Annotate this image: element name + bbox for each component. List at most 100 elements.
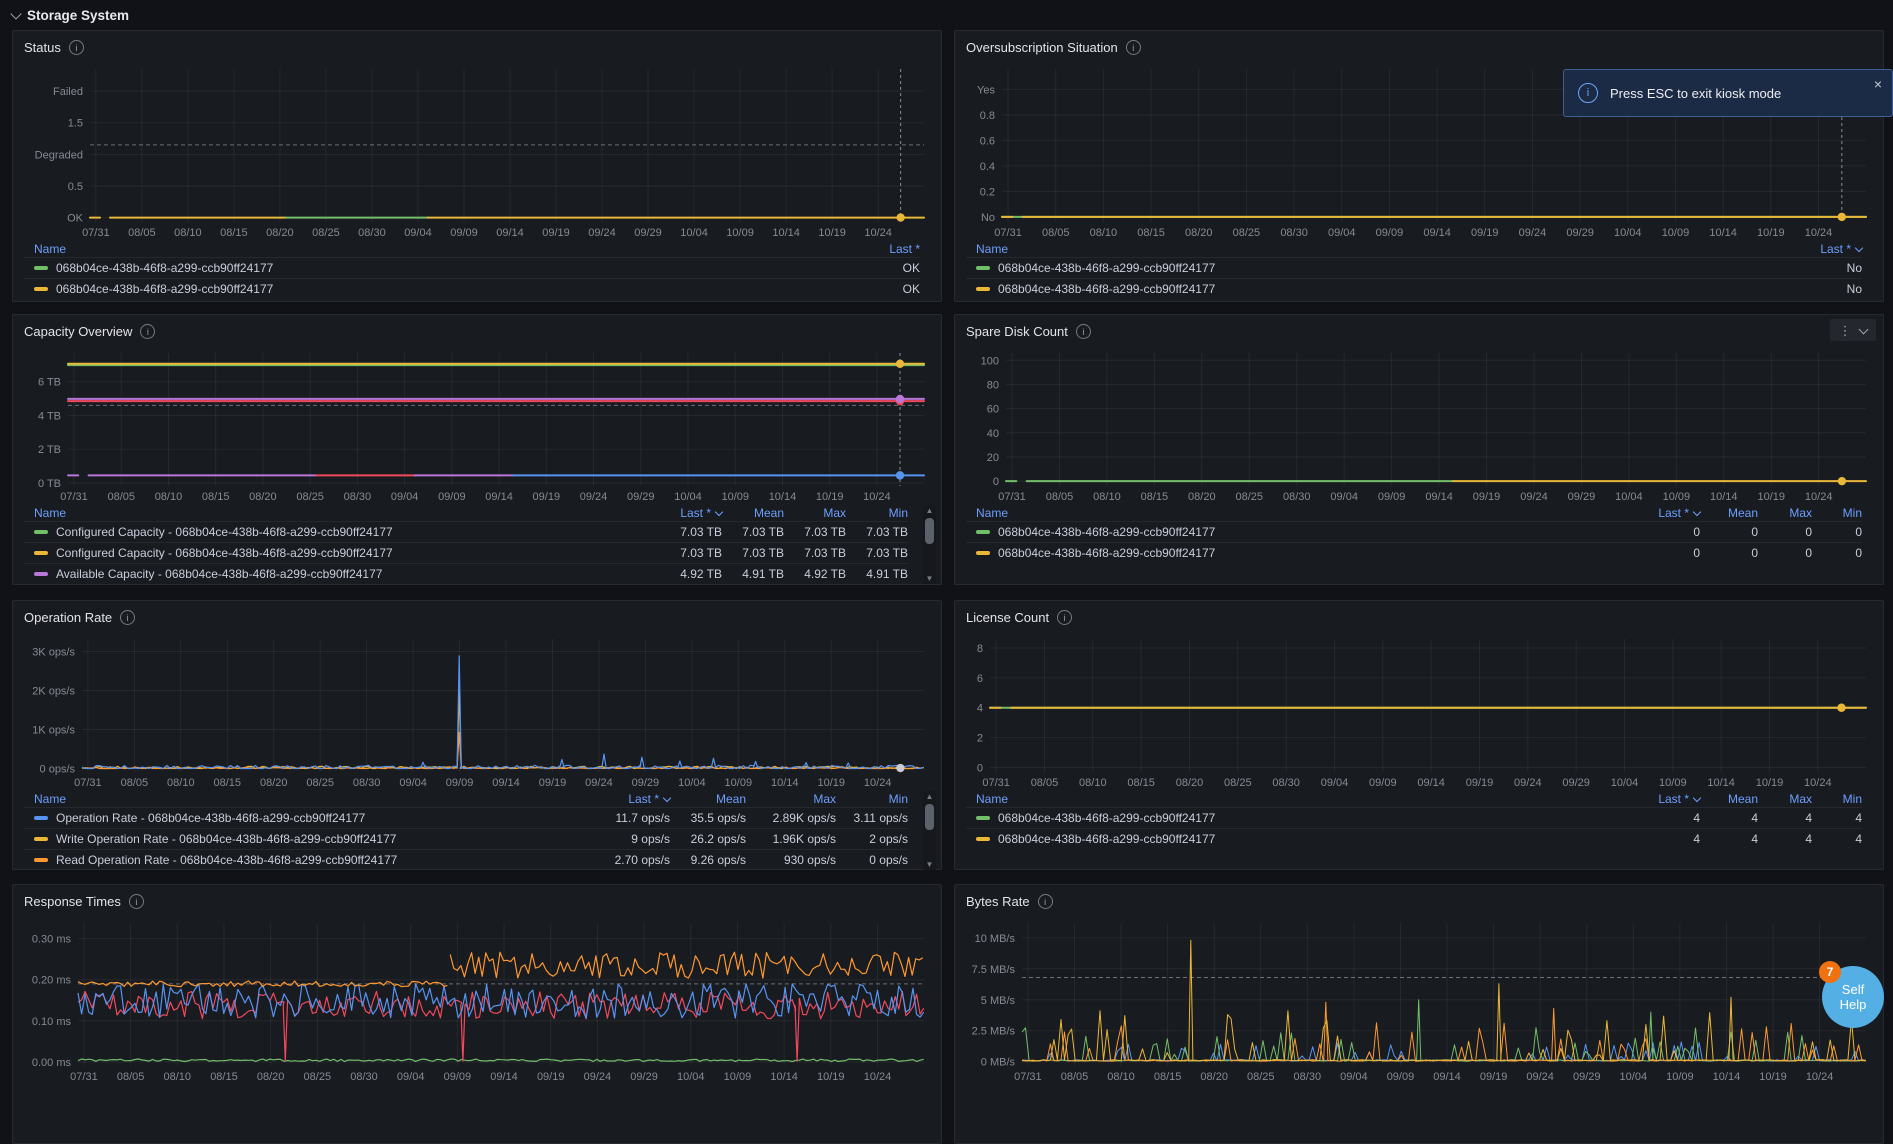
- legend-col-name[interactable]: Name: [34, 506, 644, 520]
- legend-col-min[interactable]: Min: [836, 792, 908, 806]
- info-icon[interactable]: i: [129, 894, 144, 909]
- panel-oprate: Operation Rate i 0 ops/s1K ops/s2K ops/s3K…: [12, 600, 942, 870]
- oprate-chart[interactable]: 0 ops/s1K ops/s2K ops/s3K ops/s07/3108/0…: [24, 631, 930, 791]
- legend-capacity: NameLast *MeanMaxMin Configured Capacity …: [24, 505, 930, 584]
- legend-col-min[interactable]: Min: [846, 506, 908, 520]
- panel-title-resp[interactable]: Response Times: [24, 894, 121, 909]
- legend-header: NameLast *: [24, 241, 920, 257]
- legend-series: 068b04ce-438b-46f8-a299-ccb90ff24177: [34, 282, 800, 296]
- legend-col-name[interactable]: Name: [976, 242, 1742, 256]
- panel-title-oversub[interactable]: Oversubscription Situation: [966, 40, 1118, 55]
- legend-scrollbar[interactable]: ▲▼: [923, 791, 936, 870]
- svg-text:0.10 ms: 0.10 ms: [32, 1016, 72, 1028]
- legend-col-mean[interactable]: Mean: [1700, 506, 1758, 520]
- legend-col-name[interactable]: Name: [976, 506, 1630, 520]
- legend-col-mean[interactable]: Mean: [1700, 792, 1758, 806]
- resp-chart[interactable]: 0.00 ms0.10 ms0.20 ms0.30 ms07/3108/0508…: [24, 915, 930, 1085]
- legend-series-name[interactable]: 068b04ce-438b-46f8-a299-ccb90ff24177: [56, 261, 273, 275]
- legend-series-name[interactable]: Write Operation Rate - 068b04ce-438b-46f…: [56, 832, 396, 846]
- info-icon[interactable]: i: [1038, 894, 1053, 909]
- series-color-swatch: [34, 551, 48, 555]
- svg-text:09/19: 09/19: [542, 227, 570, 239]
- legend-value: 7.03 TB: [644, 525, 722, 539]
- panel-title-oprate[interactable]: Operation Rate: [24, 610, 112, 625]
- info-icon[interactable]: i: [140, 324, 155, 339]
- legend-series-name[interactable]: 068b04ce-438b-46f8-a299-ccb90ff24177: [998, 811, 1215, 825]
- svg-text:10/04: 10/04: [680, 227, 708, 239]
- legend-col-name[interactable]: Name: [34, 792, 582, 806]
- legend-series-name[interactable]: 068b04ce-438b-46f8-a299-ccb90ff24177: [56, 282, 273, 296]
- legend-value: 7.03 TB: [722, 525, 784, 539]
- legend-series-name[interactable]: Configured Capacity - 068b04ce-438b-46f8…: [56, 546, 393, 560]
- legend-col-min[interactable]: Min: [1812, 792, 1862, 806]
- legend-series-name[interactable]: Available Capacity - 068b04ce-438b-46f8-…: [56, 567, 382, 581]
- self-help-button[interactable]: 7 Self Help: [1822, 966, 1884, 1028]
- legend-col-max[interactable]: Max: [1758, 792, 1812, 806]
- spare-chart[interactable]: 02040608010007/3108/0508/1008/1508/2008/…: [966, 345, 1872, 505]
- panel-title-status[interactable]: Status: [24, 40, 61, 55]
- scroll-thumb[interactable]: [925, 518, 934, 544]
- chevron-down-icon[interactable]: [1859, 324, 1869, 334]
- info-icon[interactable]: i: [1076, 324, 1091, 339]
- svg-text:09/19: 09/19: [1466, 777, 1494, 789]
- legend-series-name[interactable]: 068b04ce-438b-46f8-a299-ccb90ff24177: [998, 261, 1215, 275]
- panel-title-bytes[interactable]: Bytes Rate: [966, 894, 1030, 909]
- legend-series-name[interactable]: Operation Rate - 068b04ce-438b-46f8-a299…: [56, 811, 365, 825]
- info-icon[interactable]: i: [1057, 610, 1072, 625]
- svg-text:1.5: 1.5: [68, 118, 83, 130]
- legend-series-name[interactable]: 068b04ce-438b-46f8-a299-ccb90ff24177: [998, 546, 1215, 560]
- svg-text:09/29: 09/29: [1562, 777, 1590, 789]
- svg-text:10/24: 10/24: [863, 491, 891, 503]
- legend-col-last-[interactable]: Last *: [1630, 792, 1700, 806]
- legend-col-max[interactable]: Max: [746, 792, 836, 806]
- legend-value: 4: [1630, 811, 1700, 825]
- legend-series-name[interactable]: 068b04ce-438b-46f8-a299-ccb90ff24177: [998, 282, 1215, 296]
- row-storage-system[interactable]: Storage System: [12, 4, 129, 26]
- info-icon[interactable]: i: [120, 610, 135, 625]
- svg-text:09/14: 09/14: [496, 227, 524, 239]
- legend-series-name[interactable]: 068b04ce-438b-46f8-a299-ccb90ff24177: [998, 832, 1215, 846]
- svg-text:08/25: 08/25: [1233, 227, 1261, 239]
- legend-col-mean[interactable]: Mean: [722, 506, 784, 520]
- legend-scrollbar[interactable]: ▲▼: [923, 505, 936, 584]
- svg-text:60: 60: [987, 404, 999, 416]
- panel-title-spare[interactable]: Spare Disk Count: [966, 324, 1068, 339]
- svg-text:10/19: 10/19: [818, 227, 846, 239]
- scroll-down-icon[interactable]: ▼: [926, 573, 934, 584]
- legend-col-last-[interactable]: Last *: [644, 506, 722, 520]
- legend-value: 11.7 ops/s: [582, 811, 670, 825]
- legend-col-max[interactable]: Max: [784, 506, 846, 520]
- scroll-up-icon[interactable]: ▲: [926, 505, 934, 516]
- svg-text:09/04: 09/04: [404, 227, 432, 239]
- capacity-chart[interactable]: 0 TB2 TB4 TB6 TB07/3108/0508/1008/1508/2…: [24, 345, 930, 505]
- panel-menu[interactable]: ⋮: [1830, 319, 1876, 341]
- legend-row: 068b04ce-438b-46f8-a299-ccb90ff241774444: [966, 807, 1862, 828]
- close-icon[interactable]: ×: [1872, 74, 1884, 94]
- legend-col-last-[interactable]: Last *: [1630, 506, 1700, 520]
- legend-series-name[interactable]: Configured Capacity - 068b04ce-438b-46f8…: [56, 525, 393, 539]
- scroll-down-icon[interactable]: ▼: [926, 859, 934, 870]
- legend-series-name[interactable]: 068b04ce-438b-46f8-a299-ccb90ff24177: [998, 525, 1215, 539]
- panel-title-capacity[interactable]: Capacity Overview: [24, 324, 132, 339]
- legend-col-last-[interactable]: Last *: [582, 792, 670, 806]
- bytes-chart[interactable]: 0 MB/s2.5 MB/s5 MB/s7.5 MB/s10 MB/s07/31…: [966, 915, 1872, 1085]
- panel-title-license[interactable]: License Count: [966, 610, 1049, 625]
- legend-col-last-[interactable]: Last *: [800, 242, 920, 256]
- legend-col-name[interactable]: Name: [34, 242, 800, 256]
- info-icon[interactable]: i: [69, 40, 84, 55]
- legend-col-last-[interactable]: Last *: [1742, 242, 1862, 256]
- legend-col-name[interactable]: Name: [976, 792, 1630, 806]
- kebab-menu-icon[interactable]: ⋮: [1839, 324, 1852, 337]
- status-chart[interactable]: OK0.5Degraded1.5Failed07/3108/0508/1008/…: [24, 61, 930, 241]
- legend-series: 068b04ce-438b-46f8-a299-ccb90ff24177: [976, 832, 1630, 846]
- info-icon[interactable]: i: [1126, 40, 1141, 55]
- license-chart[interactable]: 0246807/3108/0508/1008/1508/2008/2508/30…: [966, 631, 1872, 791]
- legend-col-max[interactable]: Max: [1758, 506, 1812, 520]
- legend-series-name[interactable]: Read Operation Rate - 068b04ce-438b-46f8…: [56, 853, 397, 867]
- legend-col-min[interactable]: Min: [1812, 506, 1862, 520]
- svg-text:07/31: 07/31: [994, 227, 1022, 239]
- scroll-up-icon[interactable]: ▲: [926, 791, 934, 802]
- legend-col-mean[interactable]: Mean: [670, 792, 746, 806]
- scroll-thumb[interactable]: [925, 804, 934, 830]
- svg-text:09/14: 09/14: [1433, 1071, 1461, 1083]
